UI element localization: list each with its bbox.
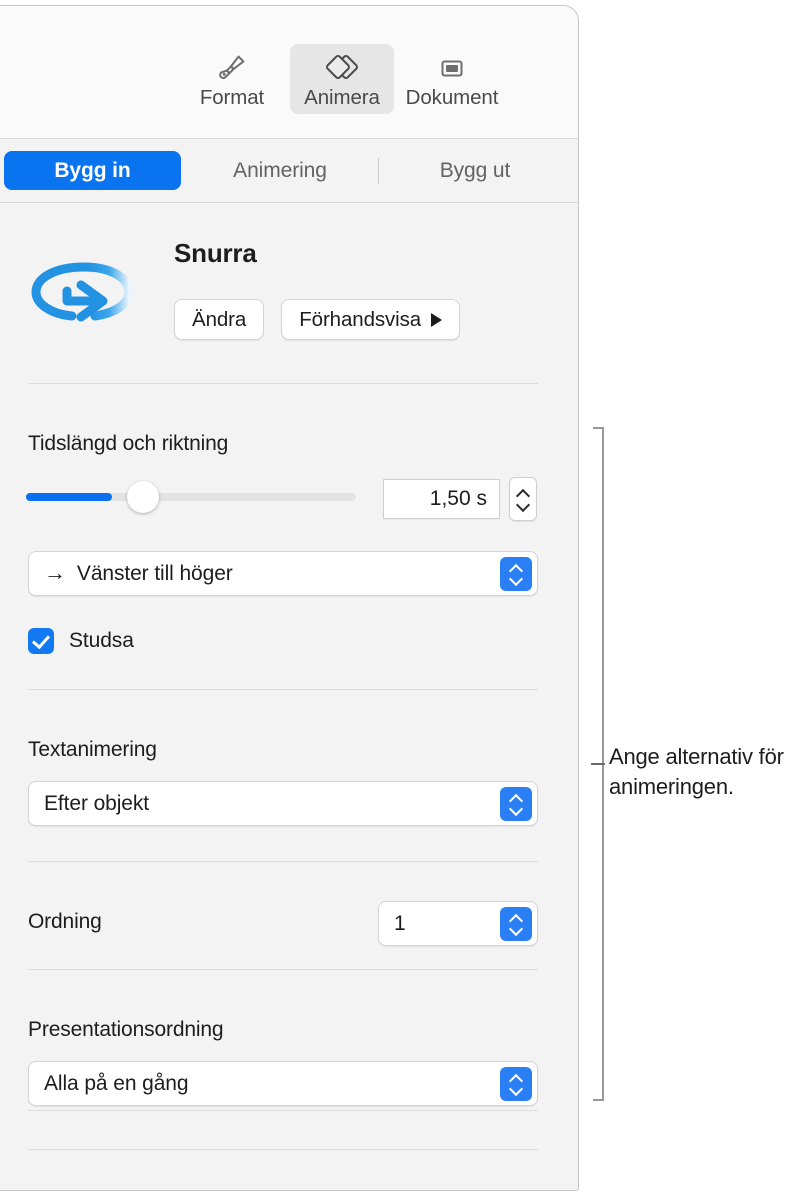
change-animation-button[interactable]: Ändra xyxy=(174,299,265,340)
order-value: 1 xyxy=(394,911,406,935)
preview-animation-label: Förhandsvisa xyxy=(299,307,422,331)
chevron-up-icon xyxy=(509,794,523,802)
text-animation-popup-chevron-icon[interactable] xyxy=(500,786,532,821)
chevron-down-icon xyxy=(509,575,523,583)
tab-bygg-in[interactable]: Bygg in xyxy=(4,151,181,190)
text-animation-value: Efter objekt xyxy=(44,791,150,815)
toolbar-item-animera-label: Animera xyxy=(304,86,380,109)
arrow-right-icon: → xyxy=(44,559,66,585)
delivery-value: Alla på en gång xyxy=(44,1071,189,1095)
bounce-checkbox-row[interactable]: Studsa xyxy=(28,628,134,654)
order-label: Ordning xyxy=(28,910,102,933)
bounce-checkbox[interactable] xyxy=(28,628,54,654)
duration-slider[interactable] xyxy=(26,481,356,513)
delivery-popup-button[interactable]: Alla på en gång xyxy=(28,1061,538,1106)
tab-animering[interactable]: Animering xyxy=(191,151,369,190)
bounce-label: Studsa xyxy=(69,629,134,652)
document-icon xyxy=(400,51,504,85)
divider-after-order xyxy=(28,969,538,970)
tab-separator xyxy=(378,158,379,184)
change-animation-label: Ändra xyxy=(192,307,247,331)
toolbar-item-animera[interactable]: Animera xyxy=(290,44,394,114)
toolbar-item-format[interactable]: Format xyxy=(180,44,284,114)
delivery-label: Presentationsordning xyxy=(28,1018,224,1041)
paintbrush-icon xyxy=(180,51,284,85)
direction-value-wrap: → Vänster till höger xyxy=(29,559,233,586)
toolbar-item-format-label: Format xyxy=(199,86,265,109)
callout-text: Ange alternativ för animeringen. xyxy=(609,744,784,799)
text-animation-label: Textanimering xyxy=(28,738,157,761)
chevron-down-icon xyxy=(509,805,523,813)
animation-header: Snurra Ändra Förhandsvisa xyxy=(0,203,578,383)
order-popup-button[interactable]: 1 xyxy=(378,901,538,946)
delivery-popup-chevron-icon[interactable] xyxy=(500,1066,532,1101)
chevron-down-icon[interactable] xyxy=(517,501,530,509)
chevron-up-icon xyxy=(509,564,523,572)
slider-fill xyxy=(26,493,112,501)
divider-after-header xyxy=(28,383,538,384)
tab-bygg-ut[interactable]: Bygg ut xyxy=(387,151,563,190)
duration-input[interactable]: 1,50 s xyxy=(383,479,500,519)
animation-header-buttons: Ändra Förhandsvisa xyxy=(174,299,461,340)
slider-thumb[interactable] xyxy=(127,481,159,513)
chevron-up-icon[interactable] xyxy=(517,490,530,498)
order-popup-chevron-icon[interactable] xyxy=(500,906,532,941)
chevron-down-icon xyxy=(509,1085,523,1093)
divider-bottom xyxy=(28,1149,538,1150)
chevron-up-icon xyxy=(509,1074,523,1082)
preview-animation-button[interactable]: Förhandsvisa xyxy=(281,299,461,340)
inspector-tool-group: Format Animera Dokument xyxy=(180,44,504,114)
divider-after-duration xyxy=(28,689,538,690)
duration-value: 1,50 s xyxy=(429,487,487,510)
divider-after-delivery xyxy=(28,1110,538,1111)
duration-stepper[interactable] xyxy=(509,477,537,521)
direction-popup-button[interactable]: → Vänster till höger xyxy=(28,551,538,596)
chevron-up-icon xyxy=(509,914,523,922)
direction-value: Vänster till höger xyxy=(76,561,233,585)
format-inspector-panel: Format Animera Dokument Bygg in Animerin… xyxy=(0,5,579,1191)
divider-after-text-animation xyxy=(28,861,538,862)
animate-diamonds-icon xyxy=(290,51,394,85)
animation-name: Snurra xyxy=(174,238,257,268)
chevron-down-icon xyxy=(509,925,523,933)
duration-section-label: Tidslängd och riktning xyxy=(28,432,229,455)
toolbar-item-dokument-label: Dokument xyxy=(405,86,499,109)
play-triangle-icon xyxy=(431,313,443,327)
callout-leader-line xyxy=(591,763,605,765)
text-animation-popup-button[interactable]: Efter objekt xyxy=(28,781,538,826)
build-tab-row: Bygg in Animering Bygg ut xyxy=(0,139,578,203)
toolbar-item-dokument[interactable]: Dokument xyxy=(400,44,504,114)
spin-arrow-icon xyxy=(23,251,139,347)
direction-popup-chevron-icon[interactable] xyxy=(500,556,532,591)
inspector-toolbar: Format Animera Dokument xyxy=(0,6,578,139)
